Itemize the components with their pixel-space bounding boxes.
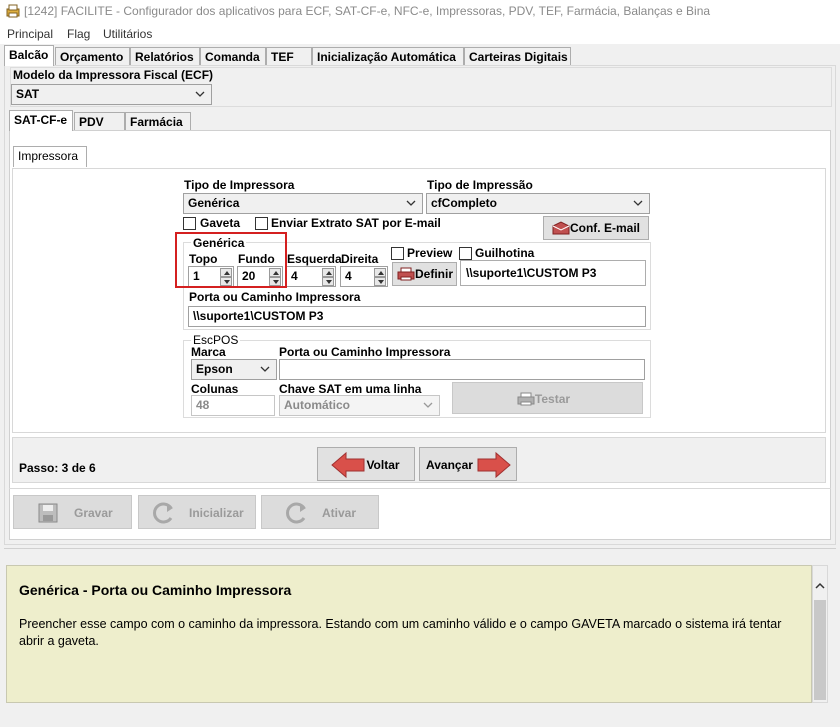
help-scrollbar[interactable] (812, 565, 828, 703)
arrow-left-icon (331, 451, 365, 479)
marca-select[interactable]: Epson (191, 359, 277, 380)
ativar-label: Ativar (322, 506, 357, 520)
testar-label: Testar (534, 392, 571, 406)
tipo-impressora-label: Tipo de Impressora (184, 178, 295, 192)
marca-label: Marca (191, 345, 226, 359)
menu-principal[interactable]: Principal (7, 27, 53, 41)
tab-inicializacao[interactable]: Inicialização Automática (312, 47, 464, 66)
chave-value: Automático (284, 398, 350, 412)
definir-label: Definir (415, 267, 454, 281)
gravar-button[interactable]: Gravar (13, 495, 132, 529)
spinner-arrows-icon[interactable] (374, 268, 386, 286)
divider (4, 548, 836, 549)
inicializar-button[interactable]: Inicializar (138, 495, 256, 529)
tab-relatorios[interactable]: Relatórios (130, 47, 200, 66)
escpos-porta-input[interactable] (279, 359, 645, 380)
tipo-impressao-value: cfCompleto (431, 196, 497, 210)
guilhotina-label: Guilhotina (475, 246, 535, 260)
avancar-label: Avançar (426, 458, 473, 472)
gaveta-checkbox[interactable] (183, 217, 196, 230)
email-icon (552, 221, 570, 235)
tipo-impressora-select[interactable]: Genérica (183, 193, 423, 214)
inner-tabs: Impressora (13, 146, 113, 167)
esquerda-value: 4 (291, 269, 298, 283)
conf-email-label: Conf. E-mail (569, 221, 640, 235)
chevron-down-icon (406, 200, 416, 206)
tab-balcao[interactable]: Balcão (4, 45, 54, 66)
help-title: Genérica - Porta ou Caminho Impressora (19, 582, 292, 598)
ativar-button[interactable]: Ativar (261, 495, 379, 529)
voltar-label: Voltar (366, 458, 400, 472)
modelo-value: SAT (16, 87, 40, 101)
gravar-label: Gravar (74, 506, 113, 520)
scrollbar-thumb[interactable] (814, 600, 826, 700)
chevron-down-icon (195, 91, 205, 97)
highlight-box (175, 232, 287, 288)
refresh-icon (153, 502, 173, 524)
app-icon (6, 4, 20, 18)
enviar-email-checkbox[interactable] (255, 217, 268, 230)
tipo-impressora-value: Genérica (188, 196, 240, 210)
window-title: [1242] FACILITE - Configurador dos aplic… (24, 4, 711, 18)
guilhotina-checkbox[interactable] (459, 247, 472, 260)
preview-label: Preview (407, 246, 453, 260)
marca-value: Epson (196, 362, 233, 376)
tipo-impressao-select[interactable]: cfCompleto (426, 193, 650, 214)
tab-pdv[interactable]: PDV (74, 112, 125, 131)
tab-sat-cfe[interactable]: SAT-CF-e (9, 110, 73, 131)
esquerda-spinner[interactable]: 4 (286, 266, 336, 287)
conf-email-button[interactable]: Conf. E-mail (543, 216, 649, 240)
tipo-impressao-label: Tipo de Impressão (427, 178, 533, 192)
title-bar: [1242] FACILITE - Configurador dos aplic… (0, 0, 840, 24)
tab-farmacia[interactable]: Farmácia (125, 112, 191, 131)
menu-utilitarios[interactable]: Utilitários (103, 27, 152, 41)
enviar-email-label: Enviar Extrato SAT por E-mail (271, 216, 441, 230)
main-tabs: Balcão Orçamento Relatórios Comanda TEF … (4, 45, 840, 66)
gaveta-label: Gaveta (200, 216, 241, 230)
tab-carteiras[interactable]: Carteiras Digitais (464, 47, 571, 66)
chave-select[interactable]: Automático (279, 395, 440, 416)
inicializar-label: Inicializar (189, 506, 244, 520)
arrow-right-icon (477, 451, 511, 479)
save-icon (38, 503, 58, 523)
actions-bar (9, 488, 831, 538)
colunas-input[interactable]: 48 (191, 395, 275, 416)
tab-tef[interactable]: TEF (266, 47, 312, 66)
porta-input[interactable]: \\suporte1\CUSTOM P3 (188, 306, 646, 327)
preview-checkbox[interactable] (391, 247, 404, 260)
chave-label: Chave SAT em uma linha (279, 382, 422, 396)
printer-icon (397, 267, 415, 281)
voltar-button[interactable]: Voltar (317, 447, 415, 481)
modelo-label: Modelo da Impressora Fiscal (ECF) (13, 68, 214, 82)
help-panel: Genérica - Porta ou Caminho Impressora P… (6, 565, 812, 703)
tab-impressora[interactable]: Impressora (13, 146, 87, 167)
printer-icon (517, 392, 535, 406)
help-text: Preencher esse campo com o caminho da im… (19, 617, 782, 648)
direita-value: 4 (345, 269, 352, 283)
chevron-down-icon (633, 200, 643, 206)
colunas-label: Colunas (191, 382, 239, 396)
direita-spinner[interactable]: 4 (340, 266, 388, 287)
porta-label: Porta ou Caminho Impressora (189, 290, 361, 304)
chevron-down-icon (423, 402, 433, 408)
passo-label: Passo: 3 de 6 (19, 461, 96, 475)
esquerda-label: Esquerda (287, 252, 342, 266)
testar-button[interactable]: Testar (452, 382, 643, 414)
spinner-arrows-icon[interactable] (322, 268, 334, 286)
escpos-porta-label: Porta ou Caminho Impressora (279, 345, 451, 359)
tab-comanda[interactable]: Comanda (200, 47, 266, 66)
tab-orcamento[interactable]: Orçamento (55, 47, 130, 66)
sub-tabs: SAT-CF-e PDV Farmácia (9, 110, 409, 131)
avancar-button[interactable]: Avançar (419, 447, 517, 481)
refresh-icon (286, 502, 306, 524)
menu-bar: Principal Flag Utilitários (0, 24, 840, 44)
definir-button[interactable]: Definir (392, 262, 457, 286)
printer-path-button[interactable]: \\suporte1\CUSTOM P3 (460, 260, 646, 286)
chevron-up-icon[interactable] (815, 582, 825, 590)
menu-flag[interactable]: Flag (67, 27, 90, 41)
modelo-select[interactable]: SAT (11, 84, 212, 105)
chevron-down-icon (260, 366, 270, 372)
direita-label: Direita (341, 252, 379, 266)
